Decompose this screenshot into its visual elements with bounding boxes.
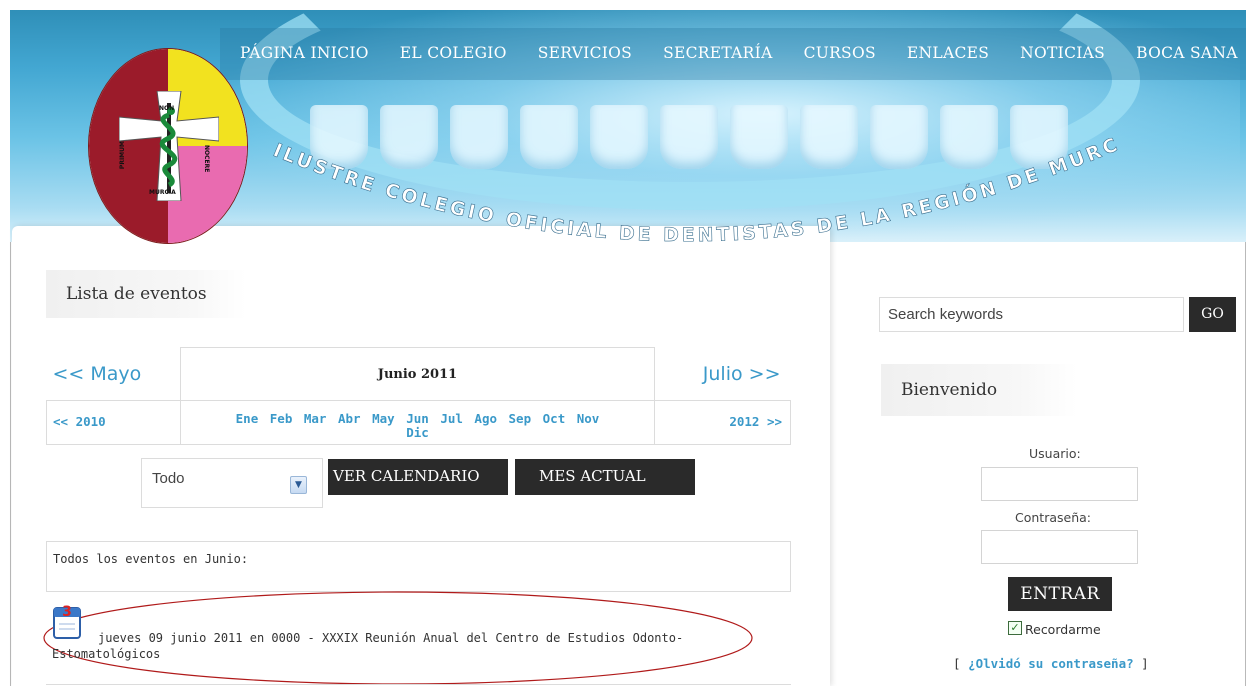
month-link[interactable]: Sep (509, 411, 532, 426)
month-links: Ene Feb Mar Abr May Jun Jul Ago Sep Oct … (179, 400, 656, 445)
page-title: Lista de eventos (66, 284, 207, 304)
current-month-label: Junio 2011 (179, 347, 656, 401)
chevron-down-icon[interactable]: ▼ (290, 476, 307, 494)
remember-label: Recordarme (1025, 622, 1101, 637)
welcome-title: Bienvenido (901, 380, 998, 400)
month-link[interactable]: Nov (577, 411, 600, 426)
month-link[interactable]: Ago (474, 411, 497, 426)
event-entry-link[interactable]: jueves 09 junio 2011 en 0000 - XXXIX Reu… (52, 630, 772, 662)
next-year-link[interactable]: 2012 >> (729, 414, 782, 429)
username-field[interactable] (981, 467, 1138, 501)
month-link[interactable]: Feb (270, 411, 293, 426)
next-month-link[interactable]: Julio >> (703, 363, 781, 385)
prev-month-link[interactable]: << Mayo (53, 363, 142, 385)
svg-text:3: 3 (62, 604, 72, 620)
month-link[interactable]: Oct (543, 411, 566, 426)
search-box (879, 297, 1184, 332)
logo-text-nocere: NOCERE (203, 145, 210, 173)
calendar-navigation: << Mayo Junio 2011 Julio >> << 2010 Ene … (46, 347, 791, 445)
bracket-close: ] (1141, 656, 1149, 671)
password-label: Contraseña: (1015, 510, 1091, 525)
search-go-button[interactable]: GO (1189, 297, 1236, 332)
entrar-button[interactable]: ENTRAR (1008, 577, 1112, 611)
month-link[interactable]: May (372, 411, 395, 426)
remember-checkbox[interactable]: ✓ (1008, 621, 1022, 635)
bracket-open: [ (953, 656, 961, 671)
logo-text-non: NON (159, 105, 175, 112)
search-input[interactable] (880, 298, 1183, 331)
username-label: Usuario: (1029, 446, 1081, 461)
forgot-password-row: [ ¿Olvidó su contraseña? ] (953, 656, 1149, 671)
ver-calendario-button[interactable]: VER CALENDARIO (328, 459, 508, 495)
password-field[interactable] (981, 530, 1138, 564)
college-logo[interactable]: NON NOCERE MURCIA PRIMUM (88, 48, 248, 244)
events-heading-box: Todos los eventos en Junio: (46, 541, 791, 592)
logo-text-primum: PRIMUM (119, 141, 126, 170)
section-title-box: Lista de eventos (46, 270, 246, 318)
divider (46, 684, 791, 685)
month-link[interactable]: Jul (440, 411, 463, 426)
prev-year-link[interactable]: << 2010 (53, 414, 106, 429)
month-link[interactable]: Jun (406, 411, 429, 426)
mes-actual-button[interactable]: MES ACTUAL (515, 459, 695, 495)
month-link[interactable]: Dic (406, 425, 429, 440)
month-link[interactable]: Mar (304, 411, 327, 426)
month-link[interactable]: Abr (338, 411, 361, 426)
month-link[interactable]: Ene (236, 411, 259, 426)
category-select[interactable]: Todo ▼ (141, 458, 323, 508)
events-heading: Todos los eventos en Junio: (53, 552, 249, 566)
welcome-title-box: Bienvenido (881, 364, 1077, 416)
forgot-password-link[interactable]: ¿Olvidó su contraseña? (968, 656, 1134, 671)
logo-text-murcia: MURCIA (149, 189, 176, 196)
category-select-value: Todo (152, 470, 185, 487)
